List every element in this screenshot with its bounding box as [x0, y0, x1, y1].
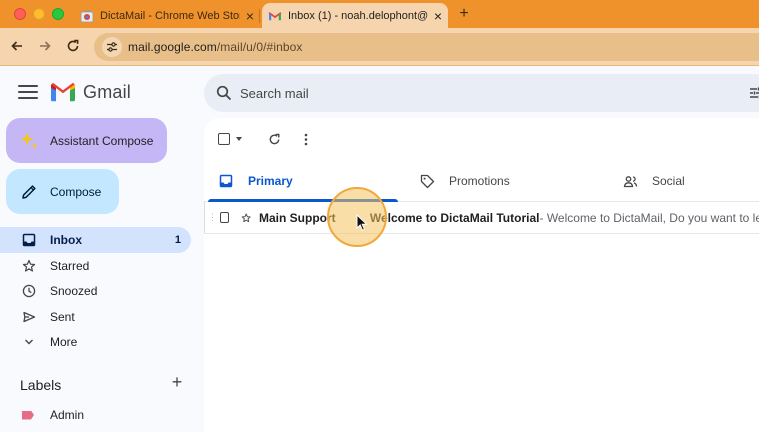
label-item-admin[interactable]: Admin [0, 403, 191, 427]
add-label-button[interactable]: + [168, 373, 186, 391]
main-menu-icon[interactable] [18, 85, 38, 101]
close-icon[interactable]: × [430, 8, 446, 24]
tab-promotions[interactable]: Promotions [419, 160, 510, 202]
search-bar [204, 74, 759, 112]
unread-count: 1 [174, 234, 181, 246]
sidebar-item-snoozed[interactable]: Snoozed [0, 278, 191, 304]
search-options-icon[interactable] [748, 85, 759, 101]
select-options-caret-icon[interactable] [236, 137, 242, 141]
chevron-down-icon [22, 335, 36, 349]
gmail-sidebar: Gmail Assistant Compose Compose Inbox 1 … [0, 67, 204, 432]
tab-label: Promotions [449, 174, 510, 188]
tab-title: Inbox (1) - noah.delophont@gmail.com [288, 9, 428, 22]
sidebar-item-more[interactable]: More [0, 329, 191, 355]
site-settings-icon[interactable] [102, 37, 122, 57]
browser-title-bar: DictaMail - Chrome Web Store × Inbox (1)… [0, 0, 759, 28]
people-icon [622, 173, 638, 189]
star-icon[interactable] [241, 211, 251, 225]
tag-icon [419, 173, 435, 189]
sidebar-item-sent[interactable]: Sent [0, 304, 191, 330]
inbox-icon [218, 173, 234, 189]
tab-primary[interactable]: Primary [218, 160, 293, 202]
tab-title: DictaMail - Chrome Web Store [100, 9, 240, 22]
gmail-wordmark: Gmail [83, 82, 132, 102]
browser-tab-chrome-web-store[interactable]: DictaMail - Chrome Web Store × [74, 3, 260, 28]
url-path: /mail/u/0/#inbox [216, 40, 303, 54]
email-snippet: - Welcome to DictaMail, Do you want to l… [539, 210, 759, 225]
mail-list-panel: Primary Promotions Social ⋮⋮ Main Suppor… [204, 118, 759, 432]
list-toolbar [218, 130, 314, 148]
label-tag-icon [22, 410, 34, 420]
drag-handle-icon[interactable]: ⋮⋮ [208, 212, 225, 223]
star-icon [22, 259, 36, 273]
browser-toolbar: mail.google.com/mail/u/0/#inbox [0, 28, 759, 66]
email-row[interactable]: ⋮⋮ Main Support Welcome to DictaMail Tut… [204, 202, 759, 234]
sidebar-item-label: Sent [50, 310, 75, 324]
sidebar-item-label: Starred [50, 259, 90, 273]
sparkle-icon [20, 131, 38, 149]
compose-label: Compose [50, 184, 102, 199]
chrome-web-store-icon [80, 9, 94, 23]
address-bar[interactable]: mail.google.com/mail/u/0/#inbox [94, 33, 759, 61]
window-minimize-button[interactable] [33, 8, 45, 20]
window-zoom-button[interactable] [52, 8, 64, 20]
back-arrow-icon[interactable] [8, 37, 26, 55]
category-tabs: Primary Promotions Social [204, 160, 759, 202]
clock-icon [22, 284, 36, 298]
forward-arrow-icon[interactable] [36, 37, 54, 55]
new-tab-button[interactable]: + [455, 5, 473, 23]
reload-icon[interactable] [64, 37, 82, 55]
mouse-cursor-icon [356, 214, 368, 231]
sidebar-item-starred[interactable]: Starred [0, 253, 191, 279]
tab-social[interactable]: Social [622, 160, 685, 202]
sidebar-item-inbox[interactable]: Inbox 1 [0, 227, 191, 253]
inbox-icon [22, 233, 36, 247]
gmail-icon [268, 9, 282, 23]
window-close-button[interactable] [14, 8, 26, 20]
search-input[interactable] [240, 85, 640, 101]
email-subject: Welcome to DictaMail Tutorial [369, 210, 540, 225]
label-name: Admin [50, 408, 85, 422]
assistant-compose-button[interactable]: Assistant Compose [6, 118, 167, 163]
tab-separator [259, 9, 260, 23]
more-vertical-icon[interactable] [298, 131, 314, 147]
assistant-compose-label: Assistant Compose [50, 133, 154, 148]
tab-label: Social [652, 174, 685, 188]
sidebar-item-label: More [50, 335, 78, 349]
send-icon [22, 310, 36, 324]
tab-label: Primary [248, 174, 293, 188]
sidebar-item-label: Inbox [50, 233, 82, 247]
select-all-checkbox[interactable] [218, 133, 230, 145]
search-icon[interactable] [216, 85, 232, 101]
compose-button[interactable]: Compose [6, 169, 119, 214]
url-text: mail.google.com/mail/u/0/#inbox [128, 40, 303, 54]
pencil-icon [22, 184, 36, 199]
browser-tab-gmail-inbox[interactable]: Inbox (1) - noah.delophont@gmail.com × [262, 3, 448, 28]
gmail-logo-icon[interactable] [50, 81, 76, 103]
close-icon[interactable]: × [242, 8, 258, 24]
labels-heading: Labels [20, 377, 62, 393]
url-host: mail.google.com [128, 40, 217, 54]
sidebar-item-label: Snoozed [50, 284, 98, 298]
email-checkbox[interactable] [220, 212, 229, 223]
refresh-icon[interactable] [266, 131, 282, 147]
